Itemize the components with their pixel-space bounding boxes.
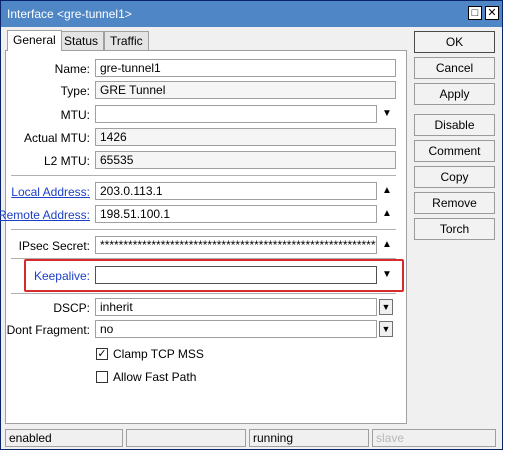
l2-mtu-field: 65535 [95, 151, 396, 169]
status-running: running [249, 429, 369, 447]
torch-button[interactable]: Torch [414, 218, 495, 240]
local-address-field[interactable]: 203.0.113.1 [95, 182, 377, 200]
allow-fast-path-checkbox[interactable] [96, 371, 108, 383]
separator [11, 229, 396, 230]
name-label: Name: [54, 62, 90, 76]
allow-fast-path-label[interactable]: Allow Fast Path [113, 370, 196, 384]
mtu-field[interactable] [95, 105, 377, 123]
dont-fragment-label: Dont Fragment: [6, 323, 90, 337]
local-address-label[interactable]: Local Address: [11, 185, 90, 199]
ipsec-secret-field[interactable]: ****************************************… [95, 236, 377, 254]
keepalive-highlight-box [24, 259, 404, 292]
local-address-collapse-icon[interactable]: ▲ [381, 185, 393, 197]
actual-mtu-field: 1426 [95, 128, 396, 146]
remove-button[interactable]: Remove [414, 192, 495, 214]
dscp-dropdown-icon[interactable]: ▼ [379, 299, 393, 315]
apply-button[interactable]: Apply [414, 83, 495, 105]
status-enabled: enabled [5, 429, 123, 447]
status-slave: slave [372, 429, 496, 447]
dscp-label: DSCP: [53, 301, 90, 315]
comment-button[interactable]: Comment [414, 140, 495, 162]
remote-address-collapse-icon[interactable]: ▲ [381, 208, 393, 220]
ok-button[interactable]: OK [414, 31, 495, 53]
copy-button[interactable]: Copy [414, 166, 495, 188]
remote-address-field[interactable]: 198.51.100.1 [95, 205, 377, 223]
close-icon[interactable]: ✕ [485, 6, 499, 20]
title-bar[interactable]: Interface <gre-tunnel1> □ ✕ [1, 1, 502, 27]
dscp-field[interactable]: inherit [95, 298, 377, 316]
window-title: Interface <gre-tunnel1> [7, 7, 132, 21]
separator [11, 175, 396, 176]
ipsec-secret-collapse-icon[interactable]: ▲ [381, 239, 393, 251]
clamp-tcp-mss-label[interactable]: Clamp TCP MSS [113, 347, 204, 361]
tab-status[interactable]: Status [58, 31, 105, 51]
clamp-tcp-mss-checkbox[interactable]: ✓ [96, 348, 108, 360]
dont-fragment-dropdown-icon[interactable]: ▼ [379, 321, 393, 337]
mtu-label: MTU: [60, 108, 90, 122]
name-field[interactable]: gre-tunnel1 [95, 59, 396, 77]
interface-window: Interface <gre-tunnel1> □ ✕ General Stat… [0, 0, 503, 450]
type-field: GRE Tunnel [95, 81, 396, 99]
l2-mtu-label: L2 MTU: [43, 154, 90, 168]
restore-icon[interactable]: □ [468, 6, 482, 20]
actual-mtu-label: Actual MTU: [23, 131, 90, 145]
dont-fragment-field[interactable]: no [95, 320, 377, 338]
status-cell [126, 429, 246, 447]
type-label: Type: [60, 84, 90, 98]
disable-button[interactable]: Disable [414, 114, 495, 136]
mtu-dropdown-icon[interactable]: ▼ [381, 108, 393, 120]
tab-general[interactable]: General [7, 30, 62, 51]
remote-address-label[interactable]: Remote Address: [0, 208, 90, 222]
ipsec-secret-label: IPsec Secret: [18, 239, 90, 253]
separator [11, 293, 396, 294]
tab-traffic[interactable]: Traffic [104, 31, 149, 51]
cancel-button[interactable]: Cancel [414, 57, 495, 79]
